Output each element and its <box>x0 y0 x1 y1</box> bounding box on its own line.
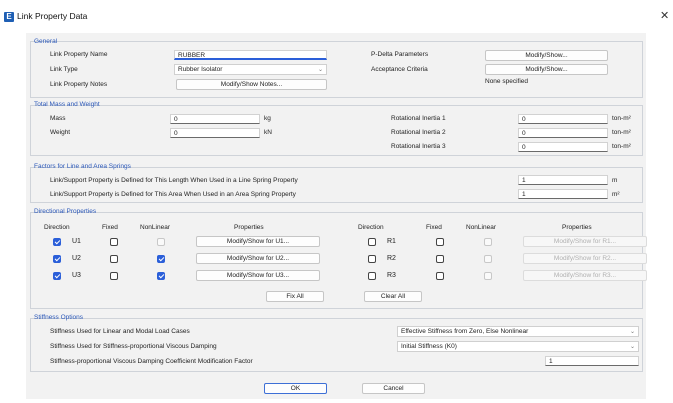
link-name-field[interactable]: RUBBER <box>174 50 327 60</box>
pdelta-button[interactable]: Modify/Show... <box>485 50 608 61</box>
title-bar <box>0 0 673 30</box>
u2-label: U2 <box>72 255 81 262</box>
link-name-label: Link Property Name <box>50 51 108 58</box>
mass-label: Mass <box>50 115 66 122</box>
mass-title: Total Mass and Weight <box>34 101 100 108</box>
hdr-properties-right: Properties <box>562 224 592 231</box>
u2-nonlinear-checkbox[interactable] <box>157 255 165 263</box>
r3-nonlinear-checkbox[interactable] <box>484 272 492 280</box>
u2-fixed-checkbox[interactable] <box>110 255 118 263</box>
u3-direction-checkbox[interactable] <box>53 272 61 280</box>
u2-direction-checkbox[interactable] <box>53 255 61 263</box>
hdr-fixed-right: Fixed <box>426 224 442 231</box>
modify-r2-button[interactable]: Modify/Show for R2... <box>523 253 647 264</box>
hdr-direction-left: Direction <box>44 224 70 231</box>
area-spring-field[interactable]: 1 <box>518 189 608 199</box>
stiffness-linear-value: Effective Stiffness from Zero, Else Nonl… <box>401 328 529 335</box>
chevron-down-icon: ⌄ <box>629 344 635 350</box>
r3-fixed-checkbox[interactable] <box>436 272 444 280</box>
r1-direction-checkbox[interactable] <box>368 238 376 246</box>
close-icon[interactable]: ✕ <box>660 9 669 22</box>
line-spring-unit: m <box>612 177 618 184</box>
stiffness-linear-label: Stiffness Used for Linear and Modal Load… <box>50 328 190 335</box>
damping-factor-label: Stiffness-proportional Viscous Damping C… <box>50 358 253 365</box>
r2-direction-checkbox[interactable] <box>368 255 376 263</box>
rot-inertia-3-label: Rotational Inertia 3 <box>391 143 446 150</box>
clear-all-button[interactable]: Clear All <box>364 291 422 302</box>
stiffness-title: Stiffness Options <box>34 314 84 321</box>
mass-field[interactable]: 0 <box>170 114 260 124</box>
modify-u3-button[interactable]: Modify/Show for U3... <box>196 270 320 281</box>
ok-button[interactable]: OK <box>264 383 327 394</box>
weight-unit: kN <box>264 129 272 136</box>
u3-fixed-checkbox[interactable] <box>110 272 118 280</box>
modify-u2-button[interactable]: Modify/Show for U2... <box>196 253 320 264</box>
modify-u1-button[interactable]: Modify/Show for U1... <box>196 236 320 247</box>
area-spring-label: Link/Support Property is Defined for Thi… <box>50 191 296 198</box>
link-type-label: Link Type <box>50 66 78 73</box>
weight-label: Weight <box>50 129 71 136</box>
stiffness-linear-select[interactable]: Effective Stiffness from Zero, Else Nonl… <box>397 326 639 337</box>
r2-fixed-checkbox[interactable] <box>436 255 444 263</box>
damping-factor-field[interactable]: 1 <box>545 356 639 366</box>
factors-title: Factors for Line and Area Springs <box>34 163 131 170</box>
r1-nonlinear-checkbox[interactable] <box>484 238 492 246</box>
mass-unit: kg <box>264 115 271 122</box>
r2-nonlinear-checkbox[interactable] <box>484 255 492 263</box>
modify-r1-button[interactable]: Modify/Show for R1... <box>523 236 647 247</box>
stiffness-damping-select[interactable]: Initial Stiffness (K0) ⌄ <box>397 341 639 352</box>
area-spring-unit: m² <box>612 191 620 198</box>
u1-label: U1 <box>72 238 81 245</box>
window-title: Link Property Data <box>17 11 88 21</box>
modify-notes-button[interactable]: Modify/Show Notes... <box>176 79 327 90</box>
link-type-select[interactable]: Rubber Isolator ⌄ <box>174 64 327 75</box>
stiffness-damping-label: Stiffness Used for Stiffness-proportiona… <box>50 343 217 350</box>
modify-r3-button[interactable]: Modify/Show for R3... <box>523 270 647 281</box>
app-icon: E <box>4 12 14 22</box>
rot-inertia-3-field[interactable]: 0 <box>518 142 608 152</box>
hdr-nonlinear-left: NonLinear <box>140 224 170 231</box>
u1-fixed-checkbox[interactable] <box>110 238 118 246</box>
stiffness-damping-value: Initial Stiffness (K0) <box>401 343 457 350</box>
u1-direction-checkbox[interactable] <box>53 238 61 246</box>
pdelta-label: P-Delta Parameters <box>371 51 429 58</box>
weight-field[interactable]: 0 <box>170 128 260 138</box>
rot-inertia-3-unit: ton-m² <box>612 143 631 150</box>
fix-all-button[interactable]: Fix All <box>266 291 324 302</box>
r1-fixed-checkbox[interactable] <box>436 238 444 246</box>
rot-inertia-2-field[interactable]: 0 <box>518 128 608 138</box>
hdr-direction-right: Direction <box>358 224 384 231</box>
r2-label: R2 <box>387 255 396 262</box>
cancel-button[interactable]: Cancel <box>362 383 425 394</box>
rot-inertia-2-label: Rotational Inertia 2 <box>391 129 446 136</box>
acceptance-button[interactable]: Modify/Show... <box>485 64 608 75</box>
link-notes-label: Link Property Notes <box>50 81 108 88</box>
u1-nonlinear-checkbox[interactable] <box>157 238 165 246</box>
chevron-down-icon: ⌄ <box>317 67 323 73</box>
acceptance-status: None specified <box>485 78 528 85</box>
hdr-nonlinear-right: NonLinear <box>466 224 496 231</box>
u3-label: U3 <box>72 272 81 279</box>
r3-direction-checkbox[interactable] <box>368 272 376 280</box>
acceptance-label: Acceptance Criteria <box>371 66 428 73</box>
r3-label: R3 <box>387 272 396 279</box>
directional-title: Directional Properties <box>34 208 97 215</box>
link-type-value: Rubber Isolator <box>178 66 223 73</box>
rot-inertia-2-unit: ton-m² <box>612 129 631 136</box>
line-spring-field[interactable]: 1 <box>518 175 608 185</box>
u3-nonlinear-checkbox[interactable] <box>157 272 165 280</box>
rot-inertia-1-unit: ton-m² <box>612 115 631 122</box>
general-title: General <box>34 38 58 45</box>
rot-inertia-1-label: Rotational Inertia 1 <box>391 115 446 122</box>
hdr-properties-left: Properties <box>234 224 264 231</box>
r1-label: R1 <box>387 238 396 245</box>
chevron-down-icon: ⌄ <box>629 329 635 335</box>
rot-inertia-1-field[interactable]: 0 <box>518 114 608 124</box>
line-spring-label: Link/Support Property is Defined for Thi… <box>50 177 298 184</box>
hdr-fixed-left: Fixed <box>102 224 118 231</box>
